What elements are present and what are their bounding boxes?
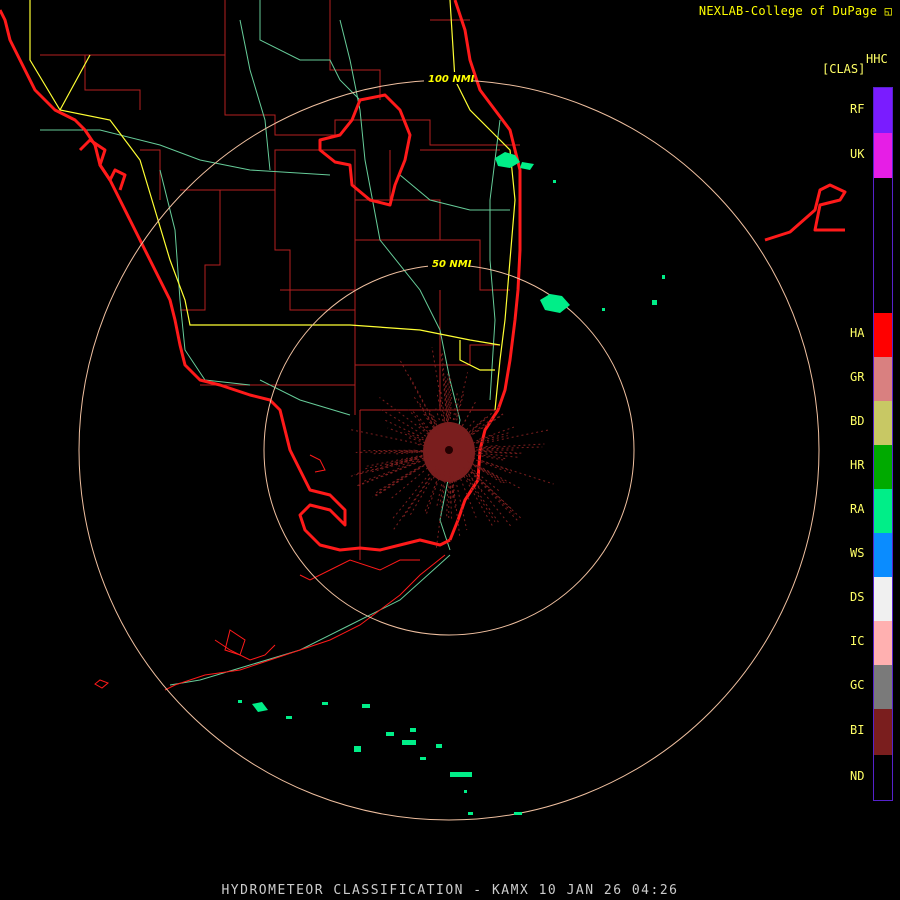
coastline <box>0 0 847 552</box>
radar-site <box>445 446 453 454</box>
clutter-ray <box>383 419 429 441</box>
legend-label-ha: HA <box>850 326 865 340</box>
credit-text: NEXLAB-College of DuPage ◱ <box>698 4 892 18</box>
echo-cell <box>386 732 394 736</box>
legend-product: HHC <box>866 52 888 66</box>
clutter-ray <box>481 460 554 485</box>
clutter-ray <box>398 358 433 421</box>
legend-label-hr: HR <box>850 458 865 472</box>
echo-cell <box>553 180 556 183</box>
clutter-ray <box>409 474 435 516</box>
keys <box>94 454 446 691</box>
clutter-ray <box>378 466 421 491</box>
clutter-ray <box>417 424 430 434</box>
legend-label-gr: GR <box>850 370 865 384</box>
legend-swatch-uk <box>874 133 892 178</box>
legend-swatch-bi <box>874 709 892 755</box>
legend-label-ic: IC <box>850 634 865 648</box>
legend-swatch-ic <box>874 621 892 665</box>
legend-swatch-bd <box>874 401 892 445</box>
rain-echoes <box>238 152 665 815</box>
legend-label-gc: GC <box>850 678 865 692</box>
highways <box>29 0 516 411</box>
echo-cell <box>450 772 472 777</box>
echo-cell <box>436 744 442 748</box>
radar-view: 100 NMI 50 NMI NEXLAB-College of DuPage … <box>0 0 900 900</box>
legend-label-nd: ND <box>850 768 865 783</box>
clutter-ray <box>456 393 464 421</box>
legend-label-bd: BD <box>850 414 865 428</box>
legend-colorbar <box>873 87 893 801</box>
echo-cell <box>540 294 570 313</box>
clutter-ray <box>464 469 512 527</box>
clutter-ray <box>362 460 418 483</box>
clutter-ray <box>459 401 476 431</box>
legend-swatch-gc <box>874 665 892 709</box>
echo-cell <box>354 746 361 752</box>
ring-label-50: 50 NMI <box>432 259 472 270</box>
echo-cell <box>410 728 416 732</box>
echo-cell <box>602 308 605 311</box>
clutter-ray <box>480 452 519 458</box>
echo-cell <box>464 790 467 793</box>
clutter-ray <box>466 415 497 438</box>
legend-swatch-ha <box>874 313 892 357</box>
echo-cell <box>662 275 665 279</box>
legend-swatch-hr <box>874 445 892 489</box>
clutter-ray <box>358 457 430 487</box>
echo-cell <box>420 757 426 760</box>
legend-bracket: [CLAS] <box>822 62 866 76</box>
legend-label-uk: UK <box>850 146 865 161</box>
echo-cell <box>362 704 370 708</box>
echo-cell <box>286 716 292 719</box>
clutter-ray <box>432 413 437 423</box>
echo-cell <box>322 702 328 705</box>
clutter-ray <box>390 466 436 521</box>
clutter-ray <box>472 431 511 444</box>
clutter-ray <box>466 418 477 431</box>
clutter-ray <box>434 406 440 421</box>
clutter-ray <box>466 478 496 522</box>
ring-label-100: 100 NMI <box>428 74 475 85</box>
echo-cell <box>652 300 657 305</box>
echo-cell <box>402 740 416 745</box>
legend-label-ds: DS <box>850 590 865 604</box>
logo-icon: ◱ <box>884 4 892 18</box>
legend-swatch-ds <box>874 577 892 621</box>
clutter-ray <box>402 469 437 519</box>
clutter-ray <box>347 458 416 478</box>
legend-swatch-ws <box>874 533 892 577</box>
legend-swatch-rf <box>874 88 892 133</box>
clutter-ray <box>433 477 439 489</box>
legend-swatch-nd <box>874 755 892 800</box>
echo-cell <box>514 812 522 815</box>
legend-swatch-ra <box>874 489 892 533</box>
clutter-ray <box>411 409 432 432</box>
clutter-ray <box>391 478 430 533</box>
radar-map[interactable]: 100 NMI 50 NMI <box>0 0 900 900</box>
echo-cell <box>252 702 268 712</box>
legend-swatch-gr <box>874 357 892 401</box>
legend-label-ws: WS <box>850 546 865 560</box>
legend-label-ra: RA <box>850 502 865 516</box>
clutter-ray <box>470 471 519 521</box>
legend-label-bi: BI <box>850 723 865 737</box>
clutter-ray <box>447 373 450 421</box>
legend-swatch-blank <box>874 178 892 313</box>
echo-cell <box>520 162 534 170</box>
echo-cell <box>238 700 242 703</box>
legend-label-rf: RF <box>850 101 865 116</box>
product-title: HYDROMETEOR CLASSIFICATION - KAMX 10 JAN… <box>221 883 679 898</box>
echo-cell <box>468 812 473 815</box>
clutter-ray <box>478 443 545 449</box>
clutter-ray <box>387 427 422 441</box>
clutter-ray <box>482 429 550 444</box>
